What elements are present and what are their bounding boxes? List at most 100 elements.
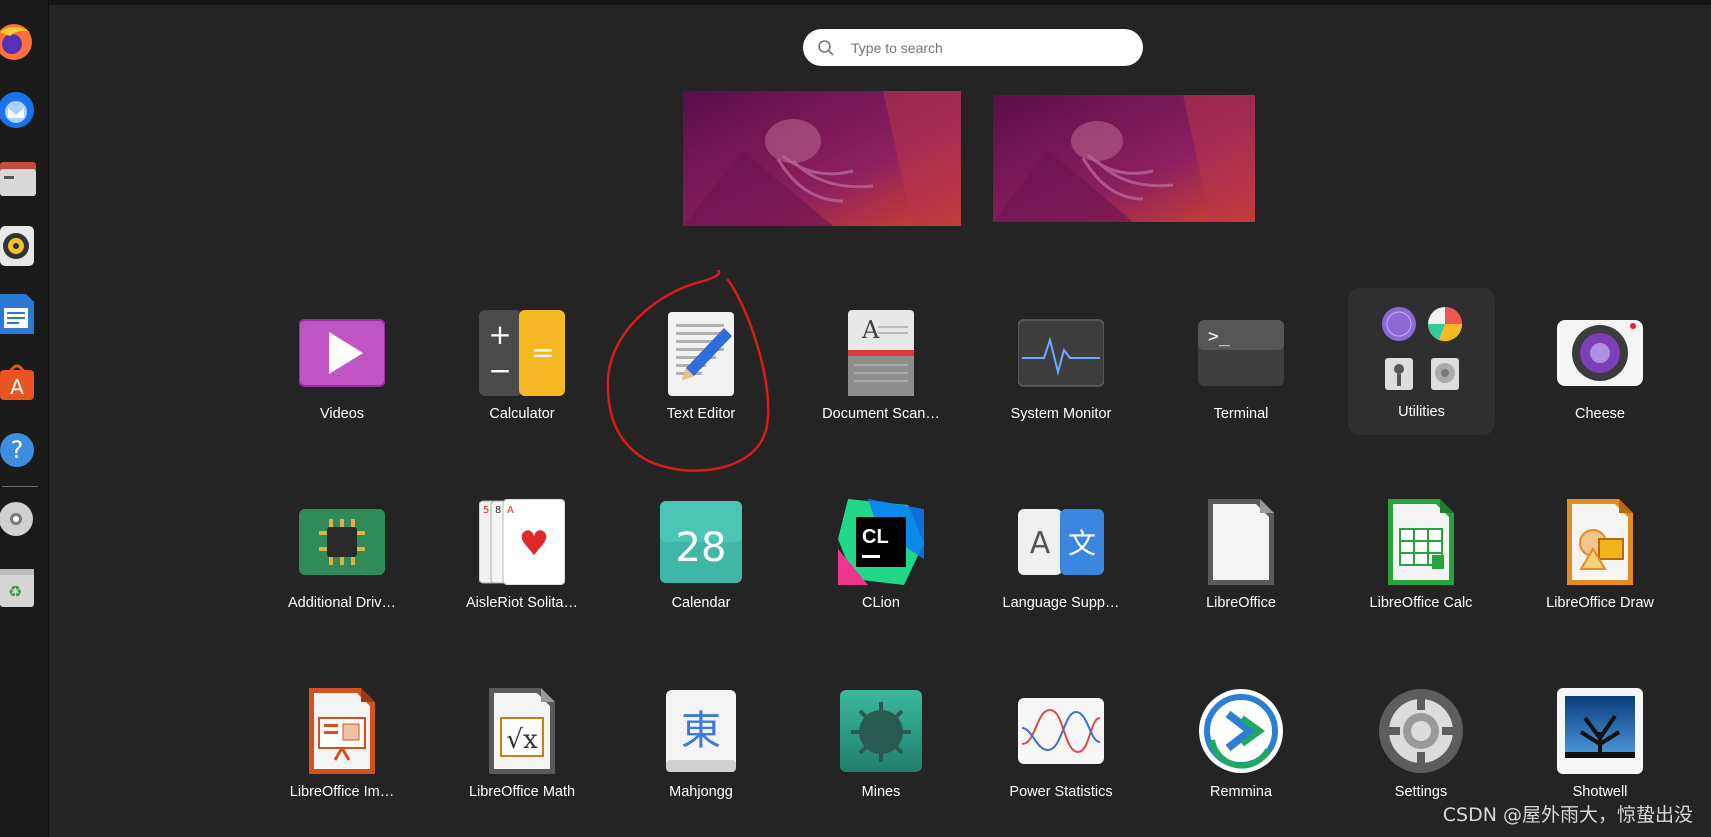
app-additional-drivers[interactable]: Additional Driv… [257,479,427,629]
search-icon [818,39,834,56]
app-language-support[interactable]: A文 Language Supp… [976,479,1146,629]
app-label: Calendar [671,595,731,611]
firefox-icon[interactable] [0,20,40,64]
additional-drivers-icon [299,499,385,585]
svg-text:♻: ♻ [8,582,22,601]
thunderbird-icon[interactable] [0,88,40,132]
app-libreoffice-calc[interactable]: LibreOffice Calc [1336,479,1506,629]
app-label: System Monitor [1010,406,1112,422]
app-calendar[interactable]: 28 Calendar [616,479,786,629]
app-label: Language Supp… [1002,595,1120,611]
app-label: AisleRiot Solita… [465,595,578,611]
app-clion[interactable]: CL CLion [796,479,966,629]
files-icon[interactable] [0,156,40,200]
app-label: Videos [319,406,365,422]
svg-text:東: 東 [681,708,721,754]
dock-separator [2,486,38,487]
libreoffice-math-icon: √x [479,688,565,774]
svg-text:?: ? [11,436,24,464]
app-label: Settings [1394,784,1448,800]
cheese-icon [1557,310,1643,396]
app-remmina[interactable]: Remmina [1156,668,1326,818]
app-label: Shotwell [1572,784,1628,800]
app-label: CLion [862,595,900,611]
app-label: Mahjongg [669,784,733,800]
app-label: LibreOffice Calc [1369,595,1473,611]
libreoffice-icon [1198,499,1284,585]
app-label: Terminal [1213,406,1269,422]
language-support-icon: A文 [1018,499,1104,585]
app-libreoffice-impress[interactable]: LibreOffice Im… [257,668,427,818]
disc-icon[interactable] [0,497,40,541]
remmina-icon [1198,688,1284,774]
app-shotwell[interactable]: Shotwell [1515,668,1685,818]
libreoffice-writer-icon[interactable] [0,292,40,336]
svg-text:A: A [1030,526,1051,561]
libreoffice-draw-icon [1557,499,1643,585]
top-bar [0,0,1711,5]
app-label: Calculator [489,406,555,422]
app-power-statistics[interactable]: Power Statistics [976,668,1146,818]
app-label: Remmina [1209,784,1273,800]
app-mahjongg[interactable]: 東 Mahjongg [616,668,786,818]
app-label: Additional Driv… [288,595,396,611]
app-label: LibreOffice Draw [1546,595,1654,611]
app-libreoffice-math[interactable]: √x LibreOffice Math [437,668,607,818]
app-system-monitor[interactable]: System Monitor [976,290,1146,440]
app-label: Document Scan… [822,406,940,422]
dock: A ? ♻ [0,0,49,837]
rhythmbox-icon[interactable] [0,224,40,268]
mines-icon [838,688,924,774]
help-icon[interactable]: ? [0,428,40,472]
clion-icon: CL [838,499,924,585]
workspace-thumbnail-1[interactable] [683,91,961,226]
app-cheese[interactable]: Cheese [1515,290,1685,440]
svg-text:CL: CL [862,526,889,548]
trash-icon[interactable]: ♻ [0,565,40,609]
app-terminal[interactable]: >_ Terminal [1156,290,1326,440]
app-aisleriot[interactable]: 5 8 A ♥ AisleRiot Solita… [437,479,607,629]
app-libreoffice-draw[interactable]: LibreOffice Draw [1515,479,1685,629]
terminal-icon: >_ [1198,310,1284,396]
search-bar[interactable] [803,29,1143,66]
shotwell-icon [1557,688,1643,774]
app-document-scanner[interactable]: A Document Scan… [796,290,966,440]
svg-text:=: = [531,336,554,369]
workspace-thumbnail-2[interactable] [993,95,1255,222]
text-editor-icon [658,310,744,396]
app-label: Utilities [1398,404,1445,420]
svg-text:A: A [10,375,24,399]
app-label: Cheese [1575,406,1625,422]
libreoffice-impress-icon [299,688,385,774]
app-label: Text Editor [666,406,736,422]
app-label: LibreOffice Math [468,784,576,800]
document-scanner-icon: A [838,310,924,396]
app-label: LibreOffice [1206,595,1276,611]
libreoffice-calc-icon [1378,499,1464,585]
utilities-folder-icon [1379,306,1465,392]
svg-text:8: 8 [495,505,501,516]
mahjongg-icon: 東 [658,688,744,774]
app-utilities-folder[interactable]: Utilities [1348,288,1495,435]
svg-text:28: 28 [676,525,727,571]
app-mines[interactable]: Mines [796,668,966,818]
calendar-icon: 28 [658,499,744,585]
app-calculator[interactable]: + − = Calculator [437,290,607,440]
app-text-editor[interactable]: Text Editor [616,290,786,440]
app-label: Power Statistics [1009,784,1113,800]
svg-text:文: 文 [1068,527,1096,560]
app-label: Mines [861,784,901,800]
app-center-icon[interactable]: A [0,360,40,404]
app-label: LibreOffice Im… [289,784,395,800]
app-settings[interactable]: Settings [1336,668,1506,818]
app-libreoffice[interactable]: LibreOffice [1156,479,1326,629]
videos-icon [299,310,385,396]
svg-text:√x: √x [506,725,538,755]
svg-text:−: − [488,354,511,387]
app-videos[interactable]: Videos [257,290,427,440]
watermark-text: CSDN @屋外雨大，惊蛰出没 [1442,804,1693,826]
svg-text:+: + [488,318,511,351]
calculator-icon: + − = [479,310,565,396]
svg-text:♥: ♥ [519,524,549,564]
search-input[interactable] [849,38,1113,57]
